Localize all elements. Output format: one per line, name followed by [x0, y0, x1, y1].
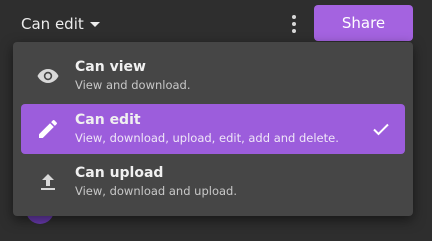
kebab-dot	[292, 29, 296, 33]
permission-dropdown[interactable]: Can edit	[21, 12, 100, 36]
kebab-dot	[292, 15, 296, 19]
kebab-dot	[292, 22, 296, 26]
eye-icon	[37, 69, 59, 83]
menu-item-can-view[interactable]: Can view View and download.	[21, 51, 405, 101]
menu-item-title: Can edit	[75, 112, 141, 128]
menu-item-can-edit[interactable]: Can edit View, download, upload, edit, a…	[21, 104, 405, 154]
pencil-icon	[39, 119, 57, 138]
caret-down-icon	[89, 22, 100, 27]
upload-icon	[41, 174, 55, 190]
share-button[interactable]: Share	[314, 5, 413, 41]
check-icon	[373, 123, 389, 136]
menu-item-description: View, download, upload, edit, add and de…	[75, 131, 339, 145]
menu-item-can-upload[interactable]: Can upload View, download and upload.	[21, 157, 405, 207]
permission-menu: Can view View and download. Can edit Vie…	[13, 42, 413, 216]
more-vertical-icon[interactable]	[285, 12, 303, 36]
permission-dropdown-label: Can edit	[21, 15, 84, 33]
menu-item-description: View and download.	[75, 78, 191, 92]
menu-item-title: Can view	[75, 59, 146, 75]
menu-item-description: View, download and upload.	[75, 184, 237, 198]
share-panel: Can edit Share Can view View and downloa…	[0, 0, 432, 241]
menu-item-title: Can upload	[75, 165, 164, 181]
